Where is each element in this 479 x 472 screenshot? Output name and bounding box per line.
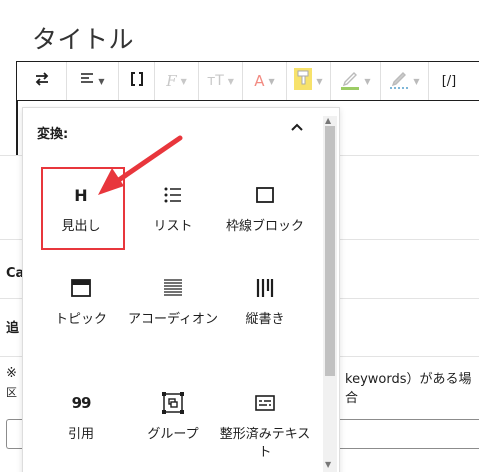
annotation-arrow-icon [98,135,183,195]
editor-page: タイトル ▼ F ▼ ᴛT ▼ A ▼ ▼ ▼ ▼ [/] Ca 追 ※ 区 k… [0,0,479,472]
